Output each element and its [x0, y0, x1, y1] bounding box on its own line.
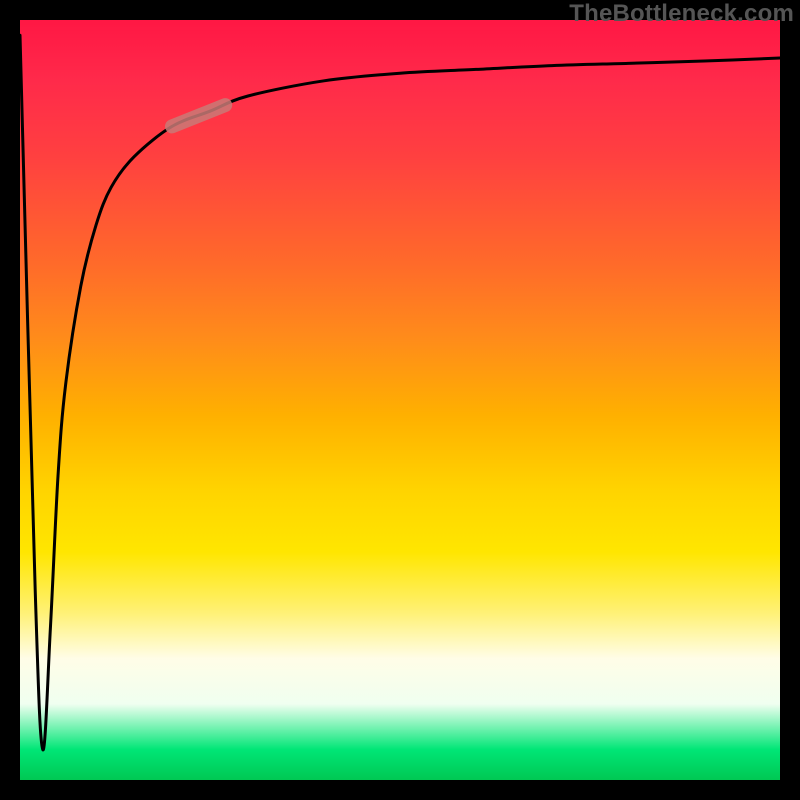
bottleneck-curve-path — [20, 35, 780, 750]
chart-frame: TheBottleneck.com — [0, 0, 800, 800]
chart-plot-area — [20, 20, 780, 780]
chart-svg — [20, 20, 780, 780]
bottleneck-curve-highlight — [172, 105, 225, 126]
watermark-text: TheBottleneck.com — [569, 0, 794, 28]
